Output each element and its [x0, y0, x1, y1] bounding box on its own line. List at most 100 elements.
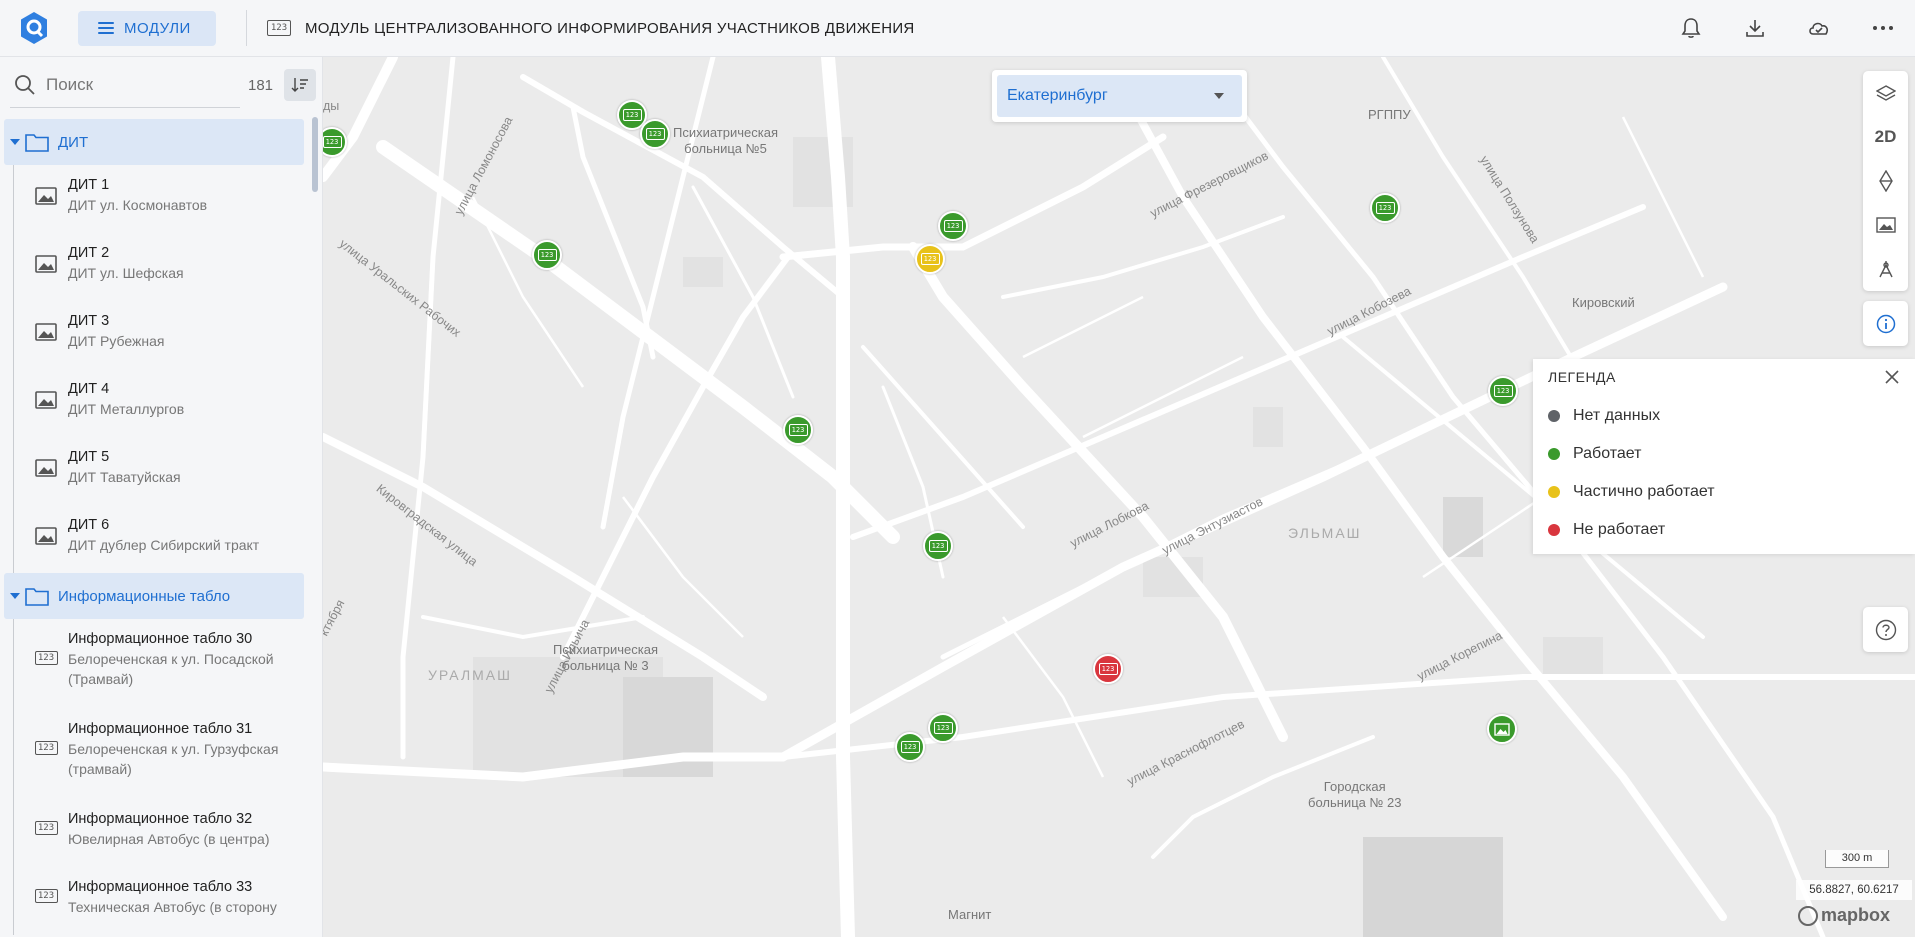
list-item[interactable]: ДИТ 2 ДИТ ул. Шефская — [26, 233, 310, 301]
display-123-icon: 123 — [788, 424, 808, 436]
list-item[interactable]: ДИТ 3 ДИТ Рубежная — [26, 301, 310, 369]
display-123-icon: 123 — [920, 253, 940, 265]
download-button[interactable] — [1723, 0, 1787, 56]
display-123-icon: 123 — [34, 821, 58, 835]
sort-icon — [291, 78, 308, 92]
item-description: Техническая Автобус (в сторону — [68, 899, 277, 915]
more-menu-button[interactable] — [1851, 0, 1915, 56]
layers-button[interactable] — [1863, 71, 1908, 115]
item-description: ДИТ ул. Шефская — [68, 265, 184, 281]
app-logo-icon[interactable] — [17, 11, 51, 45]
district-label: УРАЛМАШ — [428, 667, 512, 683]
map-marker-working[interactable]: 123 — [640, 119, 670, 149]
group-label: Информационные табло — [58, 587, 231, 605]
image-icon — [35, 323, 57, 341]
group-dit[interactable]: ДИТ — [4, 119, 304, 165]
group-info-boards[interactable]: Информационные табло — [4, 573, 304, 619]
map-marker-working[interactable] — [1487, 714, 1517, 744]
map-marker-partial[interactable]: 123 — [915, 244, 945, 274]
item-description: Белореченская к ул. Посадской — [68, 651, 274, 667]
item-name: Информационное табло 33 — [68, 879, 253, 895]
list-item[interactable]: ДИТ 6 ДИТ дублер Сибирский тракт — [26, 505, 310, 573]
map-marker-not-working[interactable]: 123 — [1093, 654, 1123, 684]
poi-label: Кировский — [1572, 295, 1635, 310]
display-123-icon: 123 — [1375, 202, 1395, 214]
list-item[interactable]: ДИТ 5 ДИТ Таватуйская — [26, 437, 310, 505]
info-button[interactable] — [1863, 301, 1908, 346]
map-marker-working[interactable]: 123 — [923, 531, 953, 561]
poi-label: Психиатрическая больница №5 — [673, 125, 779, 156]
display-123-icon: 123 — [267, 20, 291, 36]
sidebar: 181 ДИТ ДИТ 1ДИТ ул. Космонавтов ДИТ 2ДИ… — [0, 57, 323, 937]
mapbox-attribution[interactable]: mapbox — [1798, 905, 1890, 926]
cloud-icon — [1809, 22, 1829, 35]
list-item[interactable]: ДИТ 4 ДИТ Металлургов — [26, 369, 310, 437]
display-123-icon: 123 — [622, 109, 642, 121]
map-marker-working[interactable]: 123 — [532, 240, 562, 270]
item-name: ДИТ 6 — [68, 517, 110, 533]
image-icon — [1494, 722, 1510, 736]
notifications-button[interactable] — [1659, 0, 1723, 56]
list-item[interactable]: 123 Информационное табло 30 Белореченская… — [26, 619, 310, 709]
measure-button[interactable] — [1863, 247, 1908, 291]
street-label: ды — [323, 99, 340, 113]
caret-down-icon[interactable] — [10, 139, 20, 145]
item-name: Информационное табло 31 — [68, 721, 253, 737]
close-icon[interactable] — [1883, 368, 1901, 386]
display-123-icon: 123 — [34, 651, 58, 665]
sort-button[interactable] — [284, 69, 316, 101]
poi-label: РГППУ — [1368, 107, 1411, 122]
map-canvas[interactable]: улица Ломоносова улица Уральских Рабочих… — [323, 57, 1915, 937]
search-underline — [10, 107, 240, 108]
image-icon — [35, 187, 57, 205]
list-item[interactable]: 123 Информационное табло 31 Белореченская… — [26, 709, 310, 799]
poi-label: Магнит — [948, 907, 992, 922]
scale-bar: 300 m — [1825, 850, 1889, 868]
search-bar: 181 — [0, 57, 322, 114]
map-marker-working[interactable]: 123 — [1370, 193, 1400, 223]
legend-panel: ЛЕГЕНДА Нет данных Работает Частично раб… — [1533, 359, 1915, 554]
caret-down-icon[interactable] — [10, 593, 20, 599]
item-description: ДИТ Металлургов — [68, 401, 185, 417]
list-item[interactable]: 123 Информационное табло 33 Техническая А… — [26, 867, 310, 935]
list-item[interactable]: ДИТ 1 ДИТ ул. Космонавтов — [26, 165, 310, 233]
map-marker-working[interactable]: 123 — [928, 713, 958, 743]
header-actions — [1659, 0, 1915, 56]
group-label: ДИТ — [58, 133, 89, 151]
city-select[interactable]: Екатеринбург — [992, 70, 1247, 122]
header-divider — [246, 10, 247, 46]
map-marker-working[interactable]: 123 — [938, 211, 968, 241]
item-name: ДИТ 2 — [68, 245, 110, 261]
display-123-icon: 123 — [1493, 385, 1513, 397]
map-marker-working[interactable]: 123 — [783, 415, 813, 445]
display-123-icon: 123 — [943, 220, 963, 232]
item-description: ДИТ Таватуйская — [68, 469, 181, 485]
list-item[interactable]: 123 Информационное табло 32 Ювелирная Авт… — [26, 799, 310, 867]
image-icon — [35, 527, 57, 545]
ruler-icon — [1878, 261, 1893, 278]
display-123-icon: 123 — [323, 136, 342, 148]
item-description: ДИТ Рубежная — [68, 333, 165, 349]
help-button[interactable] — [1863, 607, 1908, 652]
image-layer-button[interactable] — [1863, 203, 1908, 247]
view-mode-button[interactable]: 2D — [1863, 115, 1908, 159]
item-description-line2: (Трамвай) — [68, 671, 134, 687]
chevron-down-icon — [1214, 93, 1224, 99]
item-name: ДИТ 5 — [68, 449, 110, 465]
map-marker-working[interactable]: 123 — [1488, 376, 1518, 406]
image-icon — [35, 459, 57, 477]
item-description-line2: (трамвай) — [68, 761, 132, 777]
modules-button[interactable]: МОДУЛИ — [78, 10, 216, 46]
legend-dot — [1548, 524, 1560, 536]
group-dit-items: ДИТ 1 ДИТ ул. Космонавтов ДИТ 2 ДИТ ул. Ше… — [13, 165, 310, 573]
search-input[interactable] — [46, 70, 236, 100]
compass-button[interactable] — [1863, 159, 1908, 203]
legend-item: Частично работает — [1548, 483, 1715, 501]
city-select-value[interactable]: Екатеринбург — [997, 75, 1242, 117]
cloud-sync-button[interactable] — [1787, 0, 1851, 56]
city-name: Екатеринбург — [1007, 87, 1108, 104]
map-tools: 2D — [1863, 71, 1908, 291]
map-marker-working[interactable]: 123 — [895, 732, 925, 762]
group-info-boards-items: 123 Информационное табло 30 Белореченская… — [13, 619, 310, 935]
sidebar-scrollbar[interactable] — [312, 117, 318, 192]
